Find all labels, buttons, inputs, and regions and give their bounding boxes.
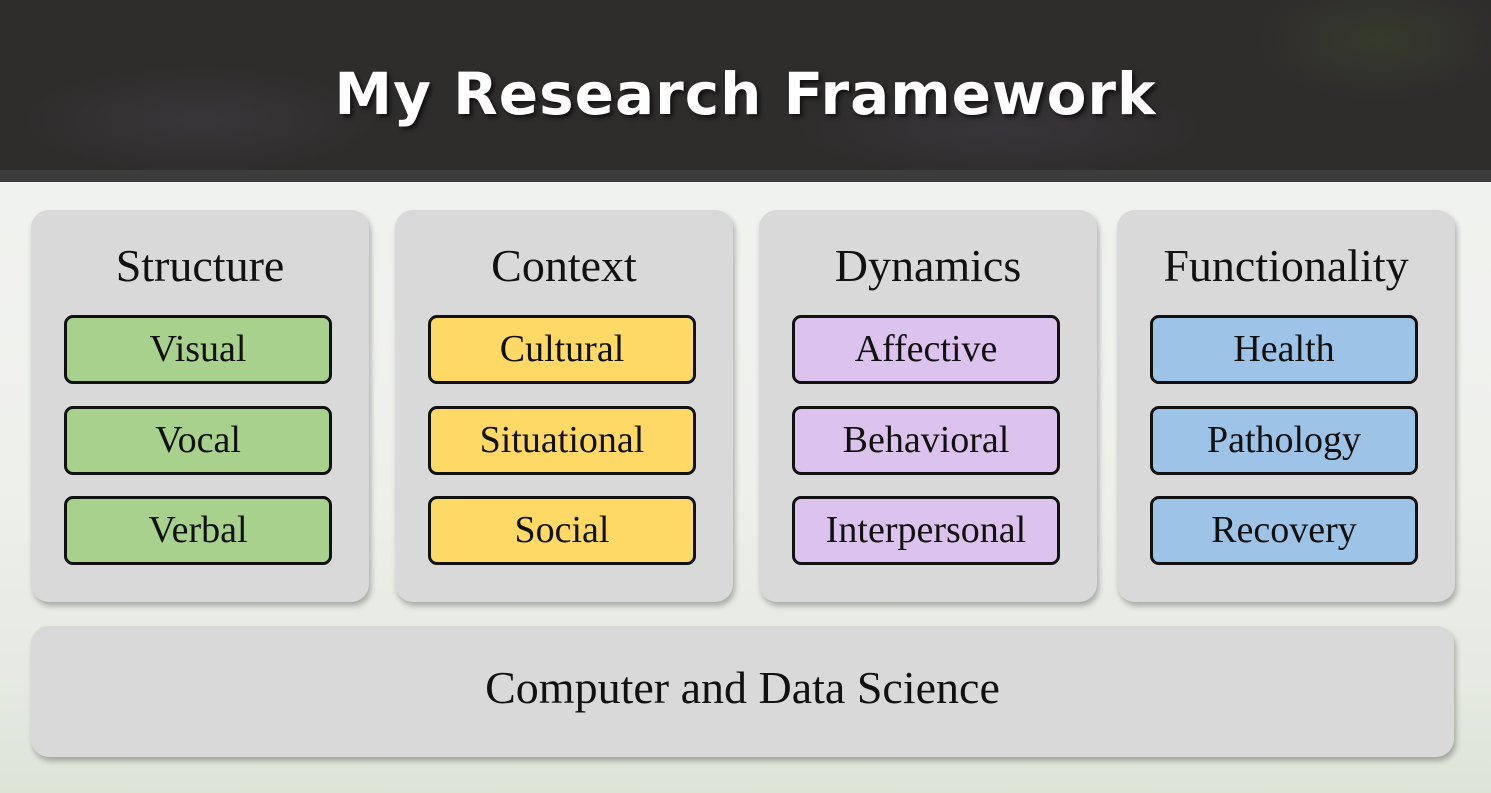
panel-dynamics: Dynamics Affective Behavioral Interperso… (759, 210, 1097, 602)
header-divider (0, 170, 1491, 182)
category-box: Interpersonal (792, 496, 1060, 565)
category-box: Recovery (1150, 496, 1418, 565)
category-box: Behavioral (792, 406, 1060, 475)
panel-heading: Functionality (1163, 240, 1409, 291)
panel-structure: Structure Visual Vocal Verbal (31, 210, 369, 602)
category-box: Affective (792, 315, 1060, 384)
panel-functionality: Functionality Health Pathology Recovery (1117, 210, 1455, 602)
foundation-bar: Computer and Data Science (31, 626, 1454, 757)
category-box: Health (1150, 315, 1418, 384)
foundation-label: Computer and Data Science (485, 662, 1000, 713)
category-box: Pathology (1150, 406, 1418, 475)
category-box: Social (428, 496, 696, 565)
panel-heading: Context (491, 240, 637, 291)
category-box: Situational (428, 406, 696, 475)
category-box: Cultural (428, 315, 696, 384)
panel-heading: Dynamics (834, 240, 1022, 291)
panel-heading: Structure (115, 240, 285, 291)
category-box: Visual (64, 315, 332, 384)
category-box: Verbal (64, 496, 332, 565)
page-title: My Research Framework (334, 60, 1157, 128)
category-box: Vocal (64, 406, 332, 475)
panel-context: Context Cultural Situational Social (395, 210, 733, 602)
